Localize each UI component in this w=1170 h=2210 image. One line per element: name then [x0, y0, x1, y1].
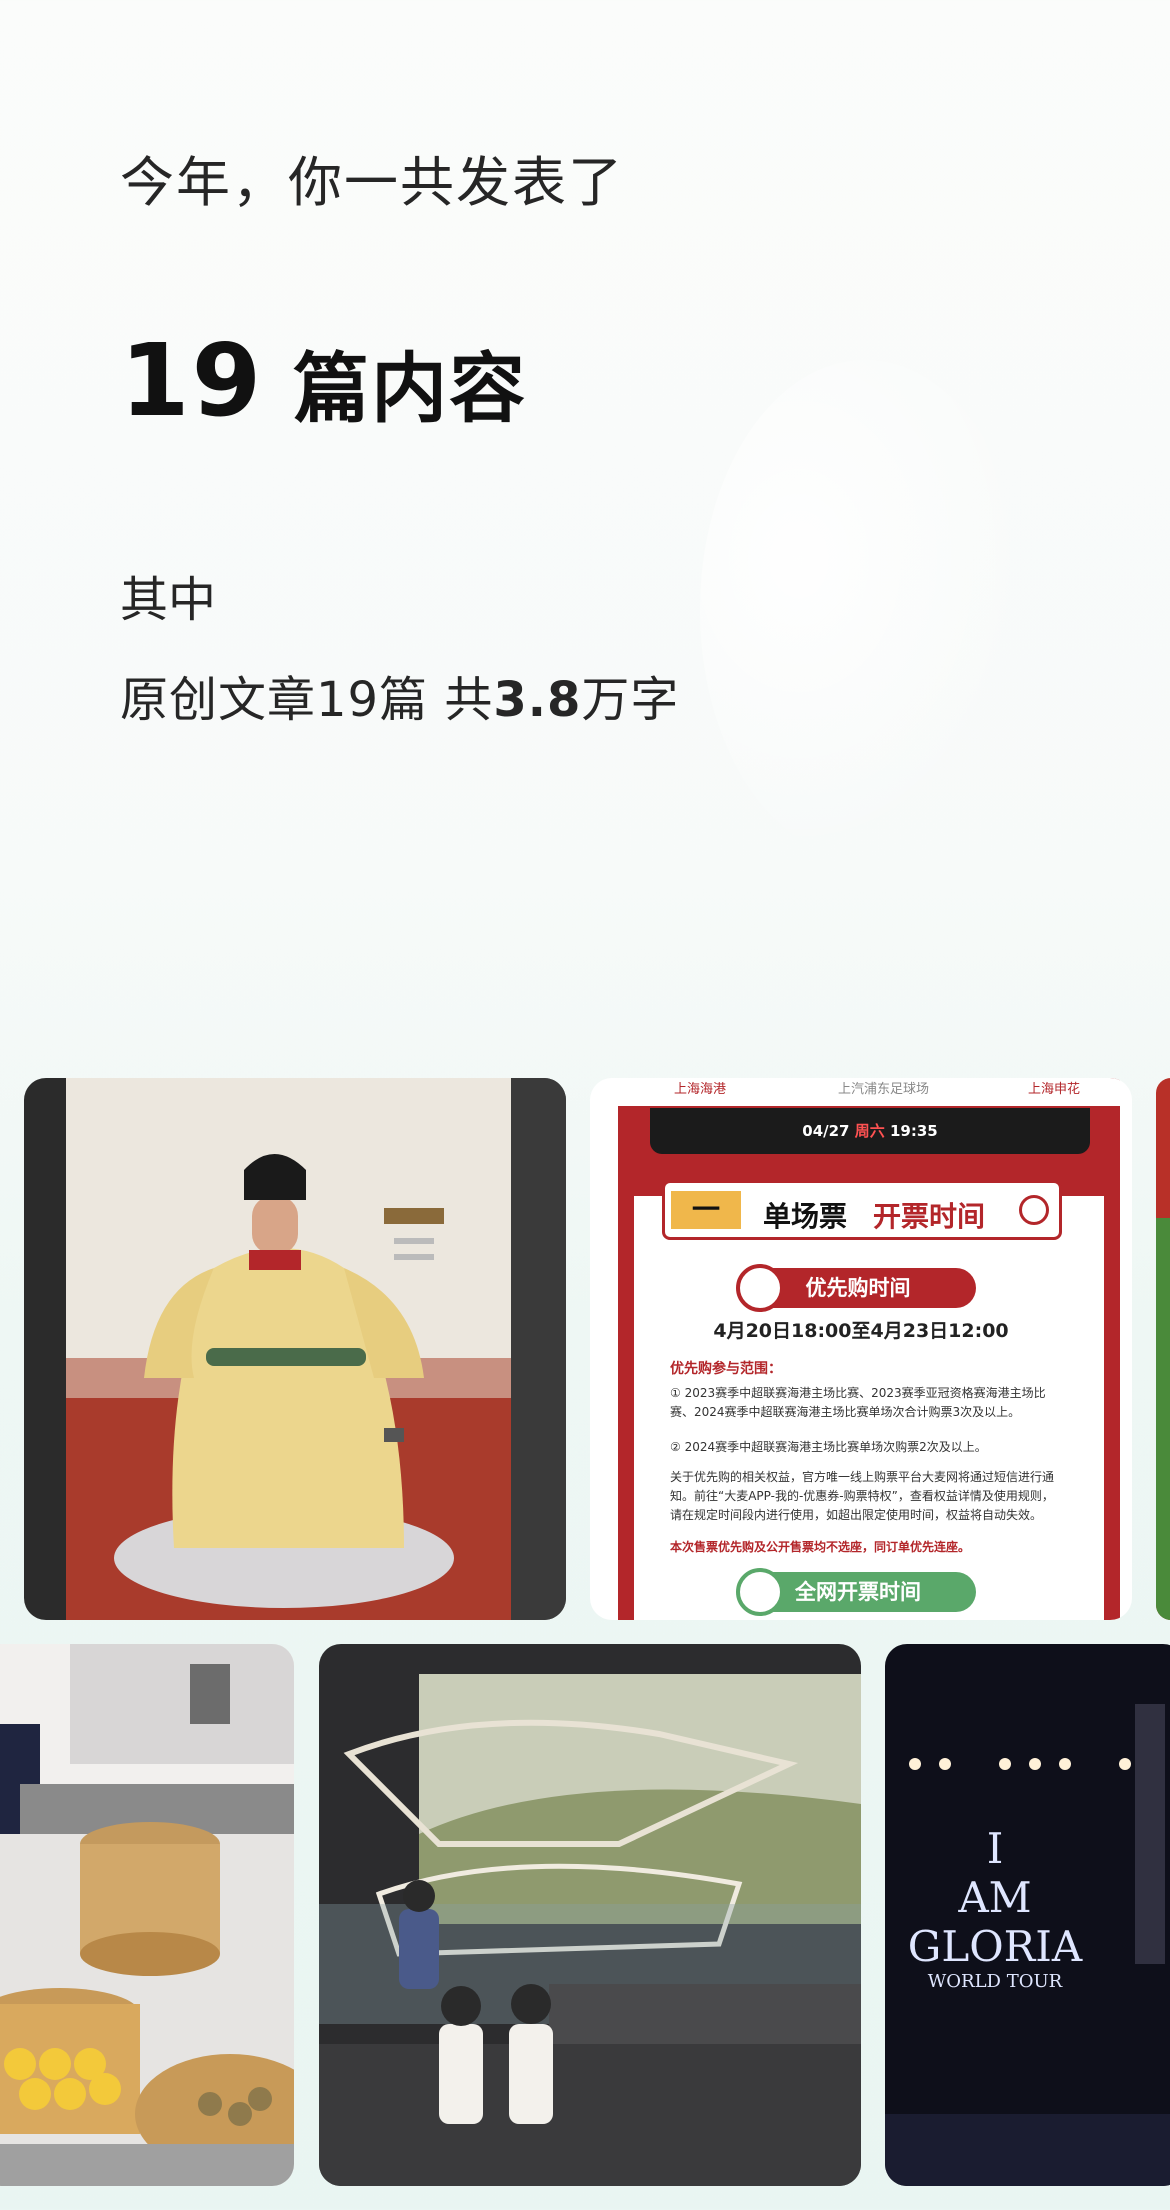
match-kickoff: 19:35	[889, 1122, 938, 1140]
post-count-unit: 篇内容	[293, 344, 528, 433]
lightning-icon	[736, 1264, 784, 1312]
concert-line-4: WORLD TOUR	[927, 1971, 1063, 1992]
priority-time: 4月20日18:00至4月23日12:00	[713, 1320, 1009, 1342]
photo-ticket-poster[interactable]: 上海海港 上汽浦东足球场 上海申花 04/27 周六 19:35 一 单场票 开…	[590, 1078, 1132, 1620]
portrait-image	[24, 1078, 566, 1620]
photo-concert[interactable]: I AM GLORIA WORLD TOUR	[885, 1644, 1170, 2186]
original-stats: 原创文章19篇 共3.8万字	[120, 660, 679, 730]
match-weekday: 周六	[854, 1122, 885, 1140]
poster-title-box: 一 单场票 开票时间	[662, 1180, 1062, 1240]
photo-portrait-painting[interactable]	[24, 1078, 566, 1620]
match-datebar: 04/27 周六 19:35	[650, 1108, 1090, 1154]
photo-steamer-food[interactable]	[0, 1644, 294, 2186]
concert-line-3: GLORIA	[907, 1922, 1083, 1971]
stat-suffix: 万字	[581, 672, 680, 728]
priority-pill: 优先购时间	[736, 1264, 976, 1312]
seat-note: 本次售票优先购及公开售票均不选座，同订单优先连座。	[670, 1540, 971, 1554]
stat-prefix: 原创文章19篇 共	[120, 672, 494, 728]
priority-label: 优先购时间	[805, 1276, 911, 1300]
concert-sign: I AM GLORIA WORLD TOUR	[885, 1824, 1105, 1992]
post-count: 19	[120, 322, 264, 439]
lightning-icon-2	[736, 1568, 784, 1616]
notice-text: 关于优先购的相关权益，官方唯一线上购票平台大麦网将通过短信进行通知。前往“大麦A…	[670, 1470, 1055, 1522]
photo-stadium-edge[interactable]	[1156, 1078, 1170, 1620]
title-single-ticket: 单场票	[763, 1200, 848, 1233]
background-decoration	[700, 360, 1030, 860]
title-open-time: 开票时间	[873, 1200, 986, 1233]
concert-line-1: I	[986, 1824, 1004, 1873]
team-left: 上海海港	[674, 1082, 727, 1097]
scope-title: 优先购参与范围：	[670, 1361, 782, 1377]
section-number: 一	[671, 1191, 741, 1229]
museum-image	[319, 1644, 861, 2186]
public-sale-label: 全网开票时间	[795, 1580, 921, 1604]
summary-headline: 19 篇内容	[120, 322, 527, 439]
summary-sub-label: 其中	[120, 572, 217, 628]
word-count: 3.8	[493, 672, 582, 728]
scope-item-1: ① 2023赛季中超联赛海港主场比赛、2023赛季亚冠资格赛海港主场比赛、202…	[670, 1386, 1046, 1419]
match-date: 04/27	[802, 1122, 850, 1140]
summary-intro: 今年，你一共发表了	[120, 151, 624, 214]
team-right: 上海申花	[1028, 1082, 1081, 1097]
food-image	[0, 1644, 294, 2186]
scope-item-2: ② 2024赛季中超联赛海港主场比赛单场次购票2次及以上。	[670, 1440, 987, 1454]
poster-team-bar: 上海海港 上汽浦东足球场 上海申花	[618, 1078, 1120, 1106]
venue: 上汽浦东足球场	[838, 1082, 930, 1097]
concert-line-2: AM	[958, 1873, 1032, 1922]
photo-dinosaur-museum[interactable]	[319, 1644, 861, 2186]
clock-icon	[1019, 1195, 1049, 1225]
stadium-image	[1156, 1078, 1170, 1620]
public-sale-pill: 全网开票时间	[736, 1568, 976, 1616]
